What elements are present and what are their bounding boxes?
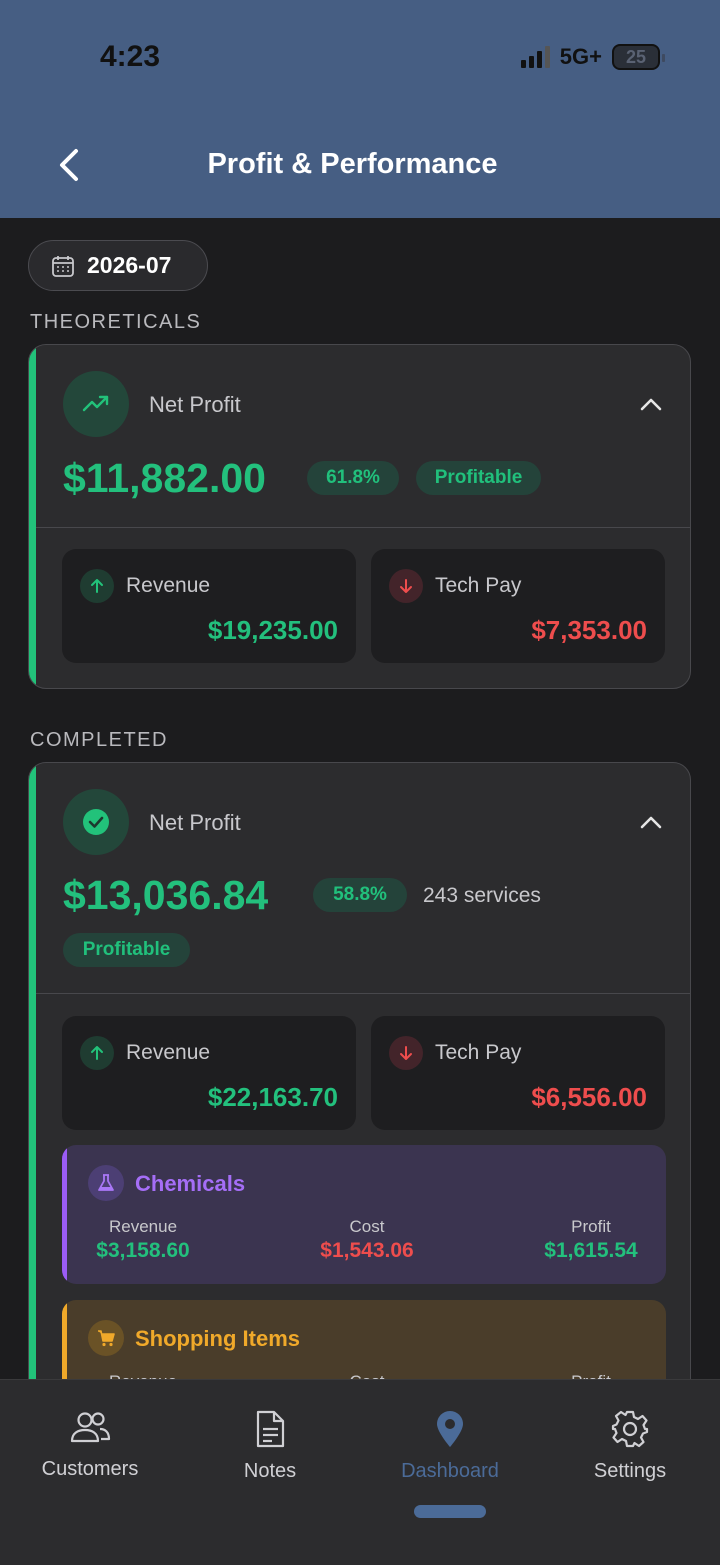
services-count: 243 services bbox=[423, 884, 541, 907]
arrow-down-icon bbox=[389, 1036, 423, 1070]
col-header: Profit bbox=[571, 1217, 611, 1236]
signal-icon bbox=[520, 46, 550, 68]
tab-dashboard[interactable]: Dashboard bbox=[360, 1410, 540, 1483]
chemicals-title: Chemicals bbox=[135, 1171, 246, 1196]
date-filter-value: 2026-07 bbox=[87, 252, 172, 278]
theoreticals-card: Net Profit $11,882.00 61.8% Profitable R… bbox=[28, 344, 691, 689]
net-profit-amount: $13,036.84 bbox=[63, 872, 269, 918]
page-title: Profit & Performance bbox=[207, 148, 498, 180]
notes-icon bbox=[256, 1410, 285, 1448]
tab-label: Customers bbox=[41, 1458, 139, 1480]
col-value: $3,158.60 bbox=[96, 1239, 190, 1262]
tab-label: Settings bbox=[593, 1460, 667, 1482]
flask-icon bbox=[88, 1165, 124, 1201]
revenue-label: Revenue bbox=[126, 1041, 211, 1064]
header: 4:23 5G+ 25 Profit & Performance bbox=[0, 0, 720, 218]
section-label-theoreticals: THEORETICALS bbox=[30, 311, 202, 333]
card-title: Net Profit bbox=[149, 810, 241, 835]
techpay-value: $7,353.00 bbox=[531, 615, 647, 645]
home-indicator bbox=[414, 1505, 486, 1518]
techpay-label: Tech Pay bbox=[435, 1041, 522, 1064]
completed-card: Net Profit $13,036.84 58.8% 243 services… bbox=[28, 762, 691, 1402]
chemicals-profit: Profit $1,615.54 bbox=[532, 1217, 650, 1263]
customers-icon bbox=[70, 1412, 111, 1443]
revenue-tile: Revenue $19,235.00 bbox=[62, 549, 356, 663]
divider bbox=[36, 527, 690, 528]
status-icons: 5G+ 25 bbox=[520, 44, 665, 70]
revenue-value: $22,163.70 bbox=[207, 1082, 338, 1112]
chemicals-breakdown[interactable]: Chemicals Revenue $3,158.60 Cost $1,543.… bbox=[62, 1145, 666, 1284]
collapse-button[interactable] bbox=[638, 810, 664, 836]
net-profit-amount: $11,882.00 bbox=[63, 455, 266, 501]
tab-label: Dashboard bbox=[401, 1460, 499, 1482]
cart-icon bbox=[88, 1320, 124, 1356]
col-value: $1,543.06 bbox=[320, 1239, 414, 1262]
col-header: Revenue bbox=[108, 1217, 178, 1236]
trending-up-icon bbox=[63, 371, 129, 437]
dashboard-icon bbox=[437, 1411, 463, 1447]
divider bbox=[36, 993, 690, 994]
revenue-label: Revenue bbox=[126, 574, 211, 597]
col-value: $1,615.54 bbox=[544, 1239, 638, 1262]
col-header: Cost bbox=[349, 1217, 385, 1236]
margin-badge: 61.8% bbox=[307, 461, 399, 495]
chevron-up-icon bbox=[640, 398, 662, 411]
arrow-down-icon bbox=[389, 569, 423, 603]
bottom-tab-bar: Customers Notes Dashboard Settings bbox=[0, 1379, 720, 1565]
arrow-up-icon bbox=[80, 1036, 114, 1070]
margin-badge: 58.8% bbox=[313, 878, 407, 912]
chevron-up-icon bbox=[640, 816, 662, 829]
revenue-value: $19,235.00 bbox=[207, 615, 338, 645]
techpay-tile: Tech Pay $6,556.00 bbox=[371, 1016, 665, 1130]
battery-icon: 25 bbox=[612, 44, 665, 70]
status-badge: Profitable bbox=[416, 461, 541, 495]
tab-customers[interactable]: Customers bbox=[0, 1410, 180, 1481]
chemicals-cost: Cost $1,543.06 bbox=[309, 1217, 425, 1263]
check-circle-icon bbox=[63, 789, 129, 855]
section-label-completed: COMPLETED bbox=[30, 729, 168, 751]
techpay-label: Tech Pay bbox=[435, 574, 522, 597]
card-title: Net Profit bbox=[149, 392, 241, 417]
status-badge: Profitable bbox=[63, 933, 190, 967]
revenue-tile: Revenue $22,163.70 bbox=[62, 1016, 356, 1130]
network-type: 5G+ bbox=[559, 44, 602, 69]
tab-label: Notes bbox=[243, 1460, 297, 1482]
settings-icon bbox=[611, 1410, 649, 1448]
status-time: 4:23 bbox=[100, 40, 161, 73]
tab-settings[interactable]: Settings bbox=[540, 1410, 720, 1483]
chemicals-revenue: Revenue $3,158.60 bbox=[88, 1217, 198, 1263]
tab-notes[interactable]: Notes bbox=[180, 1410, 360, 1483]
arrow-up-icon bbox=[80, 569, 114, 603]
shopping-title: Shopping Items bbox=[135, 1326, 300, 1351]
date-filter-chip[interactable]: 2026-07 bbox=[28, 240, 208, 291]
calendar-icon bbox=[52, 255, 74, 277]
techpay-value: $6,556.00 bbox=[531, 1082, 647, 1112]
techpay-tile: Tech Pay $7,353.00 bbox=[371, 549, 665, 663]
collapse-button[interactable] bbox=[638, 392, 664, 418]
